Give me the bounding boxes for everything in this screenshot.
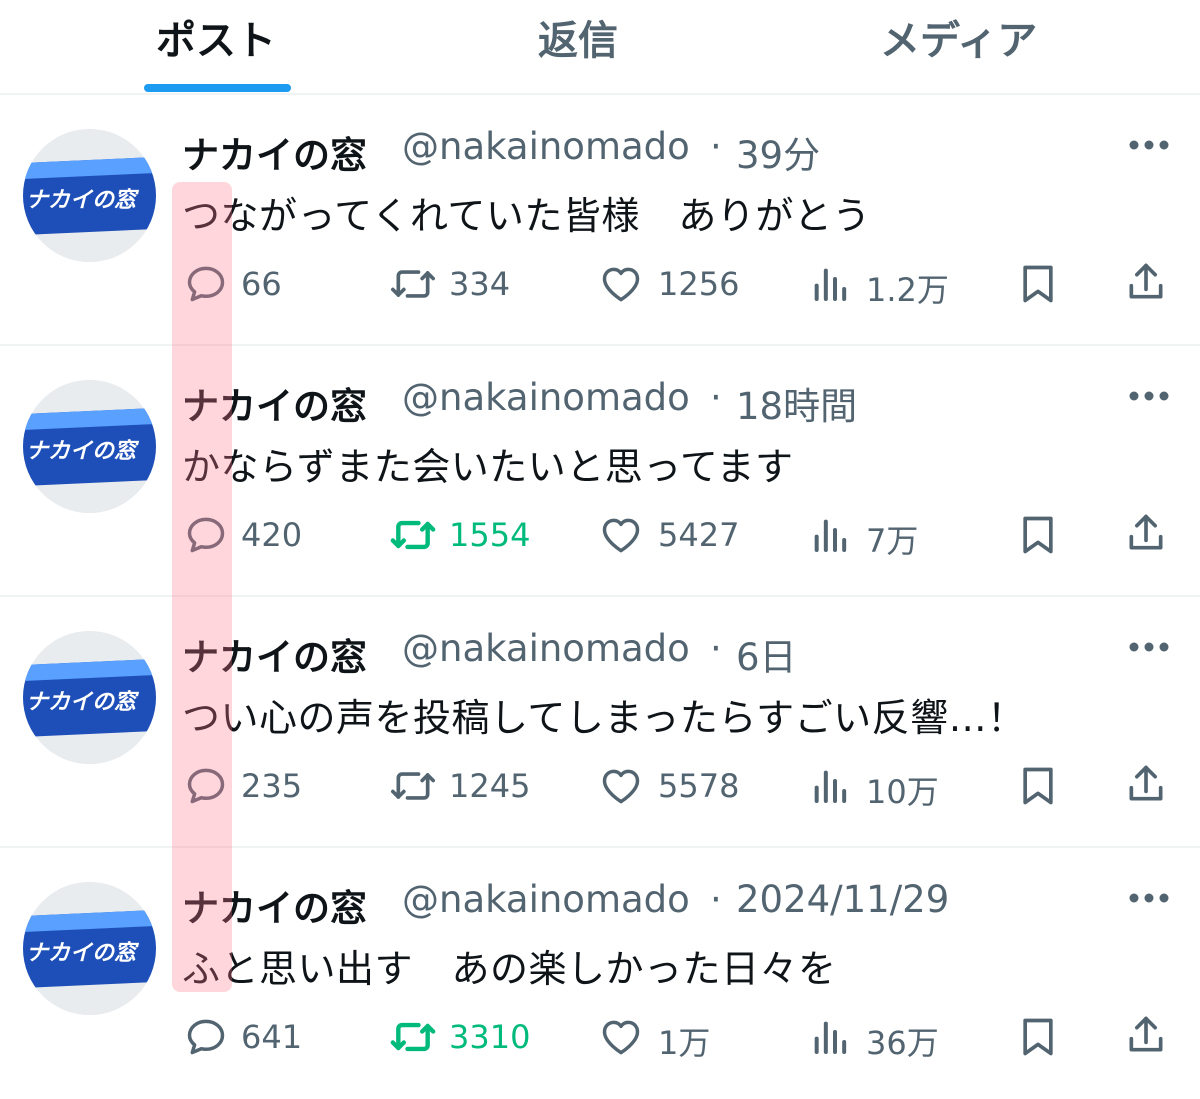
highlight-annotation bbox=[172, 182, 232, 992]
avatar[interactable]: ナカイの窓 bbox=[23, 129, 156, 262]
reply-count: 66 bbox=[241, 265, 282, 303]
view-count: 36万 bbox=[866, 1024, 939, 1062]
author-handle[interactable]: @nakainomado bbox=[402, 125, 690, 168]
separator-dot: · bbox=[710, 627, 722, 670]
more-icon[interactable] bbox=[1128, 135, 1170, 155]
view-count: 10万 bbox=[866, 773, 939, 811]
heart-icon[interactable] bbox=[599, 764, 643, 808]
separator-dot: · bbox=[710, 125, 722, 168]
reply-icon[interactable] bbox=[184, 1015, 228, 1059]
post-text: つい心の声を投稿してしまったらすごい反響…！ bbox=[182, 696, 1026, 740]
views-icon[interactable] bbox=[810, 262, 850, 306]
repost-icon[interactable] bbox=[389, 513, 437, 557]
profile-tabs: ポスト 返信 メディア bbox=[0, 0, 1200, 95]
post-time[interactable]: 18時間 bbox=[736, 376, 857, 430]
share-icon[interactable] bbox=[1124, 762, 1168, 806]
share-icon[interactable] bbox=[1124, 260, 1168, 304]
heart-icon[interactable] bbox=[599, 513, 643, 557]
tab-posts[interactable]: ポスト bbox=[156, 8, 276, 64]
more-icon[interactable] bbox=[1128, 637, 1170, 657]
avatar[interactable]: ナカイの窓 bbox=[23, 380, 156, 513]
share-icon[interactable] bbox=[1124, 511, 1168, 555]
reply-count: 641 bbox=[241, 1018, 303, 1056]
views-icon[interactable] bbox=[810, 764, 850, 808]
repost-count: 1554 bbox=[449, 516, 531, 554]
tab-media[interactable]: メディア bbox=[880, 8, 1037, 64]
repost-count: 334 bbox=[449, 265, 511, 303]
svg-text:ナカイの窓: ナカイの窓 bbox=[26, 940, 140, 966]
heart-icon[interactable] bbox=[599, 262, 643, 306]
share-icon[interactable] bbox=[1124, 1013, 1168, 1057]
views-icon[interactable] bbox=[810, 513, 850, 557]
avatar[interactable]: ナカイの窓 bbox=[23, 631, 156, 764]
bookmark-icon[interactable] bbox=[1018, 513, 1058, 557]
post-time[interactable]: 2024/11/29 bbox=[736, 878, 949, 921]
more-icon[interactable] bbox=[1128, 888, 1170, 908]
like-count: 5578 bbox=[658, 767, 740, 805]
repost-count: 3310 bbox=[449, 1018, 531, 1056]
author-handle[interactable]: @nakainomado bbox=[402, 376, 690, 419]
post-text: ふと思い出す あの楽しかった日々を bbox=[182, 947, 837, 991]
bookmark-icon[interactable] bbox=[1018, 1015, 1058, 1059]
post-text: つながってくれていた皆様 ありがとう bbox=[182, 194, 871, 238]
separator-dot: · bbox=[710, 878, 722, 921]
svg-text:ナカイの窓: ナカイの窓 bbox=[26, 438, 140, 464]
post-time[interactable]: 39分 bbox=[736, 125, 820, 179]
like-count: 1万 bbox=[658, 1024, 711, 1062]
avatar[interactable]: ナカイの窓 bbox=[23, 882, 156, 1015]
post-time[interactable]: 6日 bbox=[736, 627, 797, 681]
bookmark-icon[interactable] bbox=[1018, 262, 1058, 306]
repost-icon[interactable] bbox=[389, 1015, 437, 1059]
author-handle[interactable]: @nakainomado bbox=[402, 878, 690, 921]
reply-count: 235 bbox=[241, 767, 303, 805]
heart-icon[interactable] bbox=[599, 1015, 643, 1059]
tab-replies[interactable]: 返信 bbox=[538, 8, 618, 64]
more-icon[interactable] bbox=[1128, 386, 1170, 406]
views-icon[interactable] bbox=[810, 1015, 850, 1059]
post-text: かならずまた会いたいと思ってます bbox=[182, 445, 794, 489]
separator-dot: · bbox=[710, 376, 722, 419]
repost-icon[interactable] bbox=[389, 262, 437, 306]
view-count: 7万 bbox=[866, 522, 919, 560]
svg-text:ナカイの窓: ナカイの窓 bbox=[26, 689, 140, 715]
like-count: 5427 bbox=[658, 516, 740, 554]
reply-count: 420 bbox=[241, 516, 303, 554]
repost-count: 1245 bbox=[449, 767, 531, 805]
active-tab-indicator bbox=[144, 84, 291, 92]
repost-icon[interactable] bbox=[389, 764, 437, 808]
like-count: 1256 bbox=[658, 265, 740, 303]
view-count: 1.2万 bbox=[866, 271, 949, 309]
author-name[interactable]: ナカイの窓 bbox=[182, 125, 367, 179]
author-handle[interactable]: @nakainomado bbox=[402, 627, 690, 670]
bookmark-icon[interactable] bbox=[1018, 764, 1058, 808]
svg-text:ナカイの窓: ナカイの窓 bbox=[26, 187, 140, 213]
